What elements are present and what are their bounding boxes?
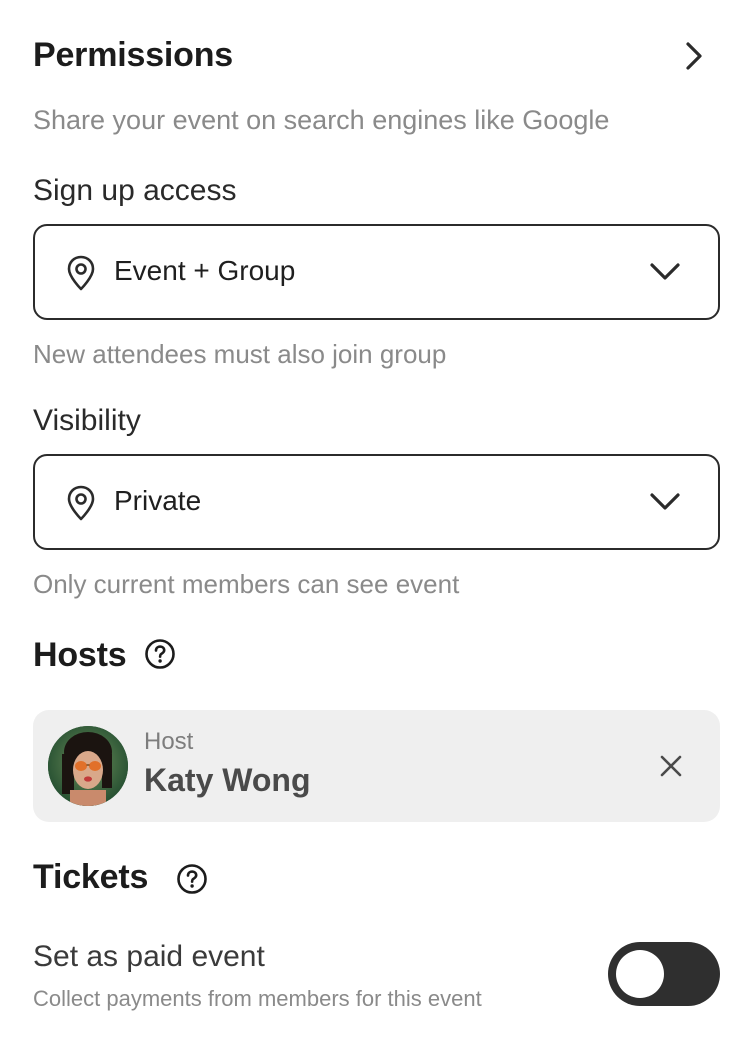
signup-access-helper: New attendees must also join group — [33, 339, 447, 369]
visibility-value: Private — [114, 485, 202, 516]
paid-event-description: Collect payments from members for this e… — [33, 986, 482, 1011]
chevron-down-icon — [650, 263, 680, 280]
question-circle-icon[interactable] — [144, 638, 176, 670]
signup-access-select[interactable]: Event + Group — [33, 224, 720, 320]
visibility-helper: Only current members can see event — [33, 569, 460, 599]
visibility-label: Visibility — [33, 404, 141, 437]
toggle-knob — [616, 950, 664, 998]
signup-access-value: Event + Group — [114, 255, 296, 286]
signup-access-label: Sign up access — [33, 174, 237, 207]
permissions-title[interactable]: Permissions — [33, 36, 233, 75]
chevron-right-icon[interactable] — [678, 36, 712, 76]
event-settings-page: Permissions Share your event on search e… — [0, 0, 750, 1040]
paid-event-toggle[interactable] — [608, 942, 720, 1006]
host-card: Host Katy Wong — [33, 710, 720, 822]
tickets-title: Tickets — [33, 858, 149, 896]
location-pin-icon — [67, 255, 95, 291]
chevron-down-icon — [650, 493, 680, 510]
host-role: Host — [144, 728, 194, 755]
location-pin-icon — [67, 485, 95, 521]
visibility-select[interactable]: Private — [33, 454, 720, 550]
question-circle-icon[interactable] — [176, 863, 208, 895]
avatar-photo — [48, 726, 128, 806]
host-avatar — [48, 726, 128, 806]
paid-event-label: Set as paid event — [33, 940, 265, 973]
host-name: Katy Wong — [144, 762, 311, 798]
close-icon[interactable] — [655, 750, 687, 782]
permissions-description: Share your event on search engines like … — [33, 105, 610, 135]
hosts-title: Hosts — [33, 636, 127, 674]
